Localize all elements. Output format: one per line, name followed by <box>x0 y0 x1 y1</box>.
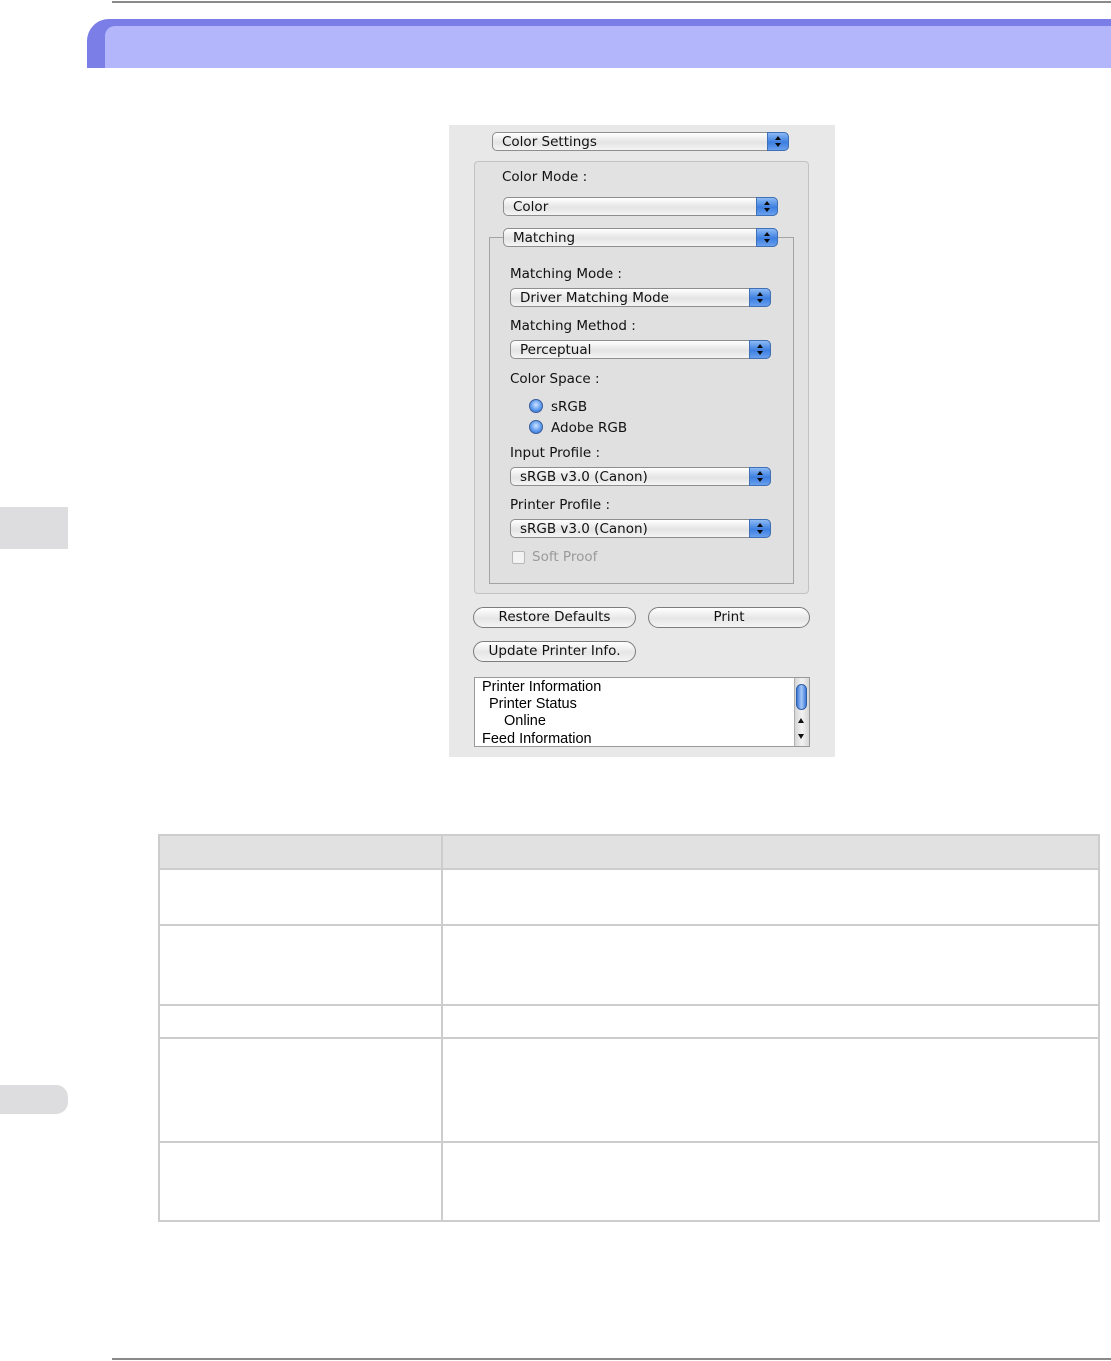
table-cell <box>441 868 1100 926</box>
popup-arrows-icon <box>767 132 789 151</box>
popup-arrows-icon <box>749 467 771 486</box>
input-profile-popup[interactable]: sRGB v3.0 (Canon) <box>510 467 771 486</box>
printer-profile-label: Printer Profile : <box>510 497 611 513</box>
soft-proof-checkbox[interactable] <box>512 551 525 564</box>
matching-mode-label: Matching Mode : <box>510 266 622 282</box>
matching-method-label: Matching Method : <box>510 318 636 334</box>
table-cell <box>158 1141 443 1222</box>
table-header-row <box>158 834 1100 870</box>
panel-selector-popup[interactable]: Color Settings <box>492 132 789 151</box>
table-cell <box>441 1037 1100 1143</box>
printer-profile-popup[interactable]: sRGB v3.0 (Canon) <box>510 519 771 538</box>
input-profile-label: Input Profile : <box>510 445 601 461</box>
settings-table <box>158 834 1100 1222</box>
top-rule <box>112 1 1111 3</box>
popup-arrows-icon <box>749 288 771 307</box>
popup-arrows-icon <box>749 340 771 359</box>
scroll-thumb[interactable] <box>796 684 807 710</box>
printer-info-list[interactable]: Printer Information Printer Status Onlin… <box>474 677 810 747</box>
update-printer-info-button[interactable]: Update Printer Info. <box>473 641 636 662</box>
color-mode-label: Color Mode : <box>502 169 588 185</box>
popup-arrows-icon <box>756 197 778 216</box>
restore-defaults-button[interactable]: Restore Defaults <box>473 607 636 628</box>
color-mode-value: Color <box>513 199 549 215</box>
list-item: Printer Status <box>489 696 577 712</box>
table-header-cell <box>158 834 443 870</box>
radio-srgb-label: sRGB <box>551 399 588 415</box>
list-item: Feed Information <box>482 731 592 747</box>
table-cell <box>158 924 443 1006</box>
table-header-cell <box>441 834 1100 870</box>
table-cell <box>441 1004 1100 1039</box>
table-cell <box>441 924 1100 1006</box>
table-row <box>158 1141 1100 1222</box>
table-row <box>158 1037 1100 1143</box>
matching-group-popup[interactable]: Matching <box>503 228 778 247</box>
list-item: Online <box>504 713 546 729</box>
matching-method-popup[interactable]: Perceptual <box>510 340 771 359</box>
soft-proof-label: Soft Proof <box>532 549 598 565</box>
side-chapter-tab[interactable] <box>0 507 68 549</box>
list-scrollbar[interactable] <box>794 678 809 746</box>
matching-method-value: Perceptual <box>520 342 592 358</box>
radio-srgb[interactable] <box>529 399 543 413</box>
list-item: Printer Information <box>482 679 602 695</box>
table-cell <box>158 1037 443 1143</box>
table-row <box>158 924 1100 1006</box>
matching-group-value: Matching <box>513 230 576 246</box>
matching-mode-value: Driver Matching Mode <box>520 290 669 306</box>
panel-selector-value: Color Settings <box>502 134 597 150</box>
table-cell <box>441 1141 1100 1222</box>
table-row <box>158 868 1100 926</box>
radio-adobe-rgb-label: Adobe RGB <box>551 420 628 436</box>
print-button[interactable]: Print <box>648 607 810 628</box>
color-mode-popup[interactable]: Color <box>503 197 778 216</box>
bottom-rule <box>112 1358 1111 1360</box>
radio-adobe-rgb[interactable] <box>529 420 543 434</box>
printer-profile-value: sRGB v3.0 (Canon) <box>520 521 648 537</box>
popup-arrows-icon <box>749 519 771 538</box>
table-cell <box>158 1004 443 1039</box>
input-profile-value: sRGB v3.0 (Canon) <box>520 469 648 485</box>
table-row <box>158 1004 1100 1039</box>
scroll-down-icon[interactable] <box>798 734 804 739</box>
section-header-inner <box>105 26 1111 68</box>
scroll-up-icon[interactable] <box>798 718 804 723</box>
popup-arrows-icon <box>756 228 778 247</box>
side-index-tab[interactable] <box>0 1085 68 1114</box>
matching-mode-popup[interactable]: Driver Matching Mode <box>510 288 771 307</box>
color-space-label: Color Space : <box>510 371 600 387</box>
table-cell <box>158 868 443 926</box>
